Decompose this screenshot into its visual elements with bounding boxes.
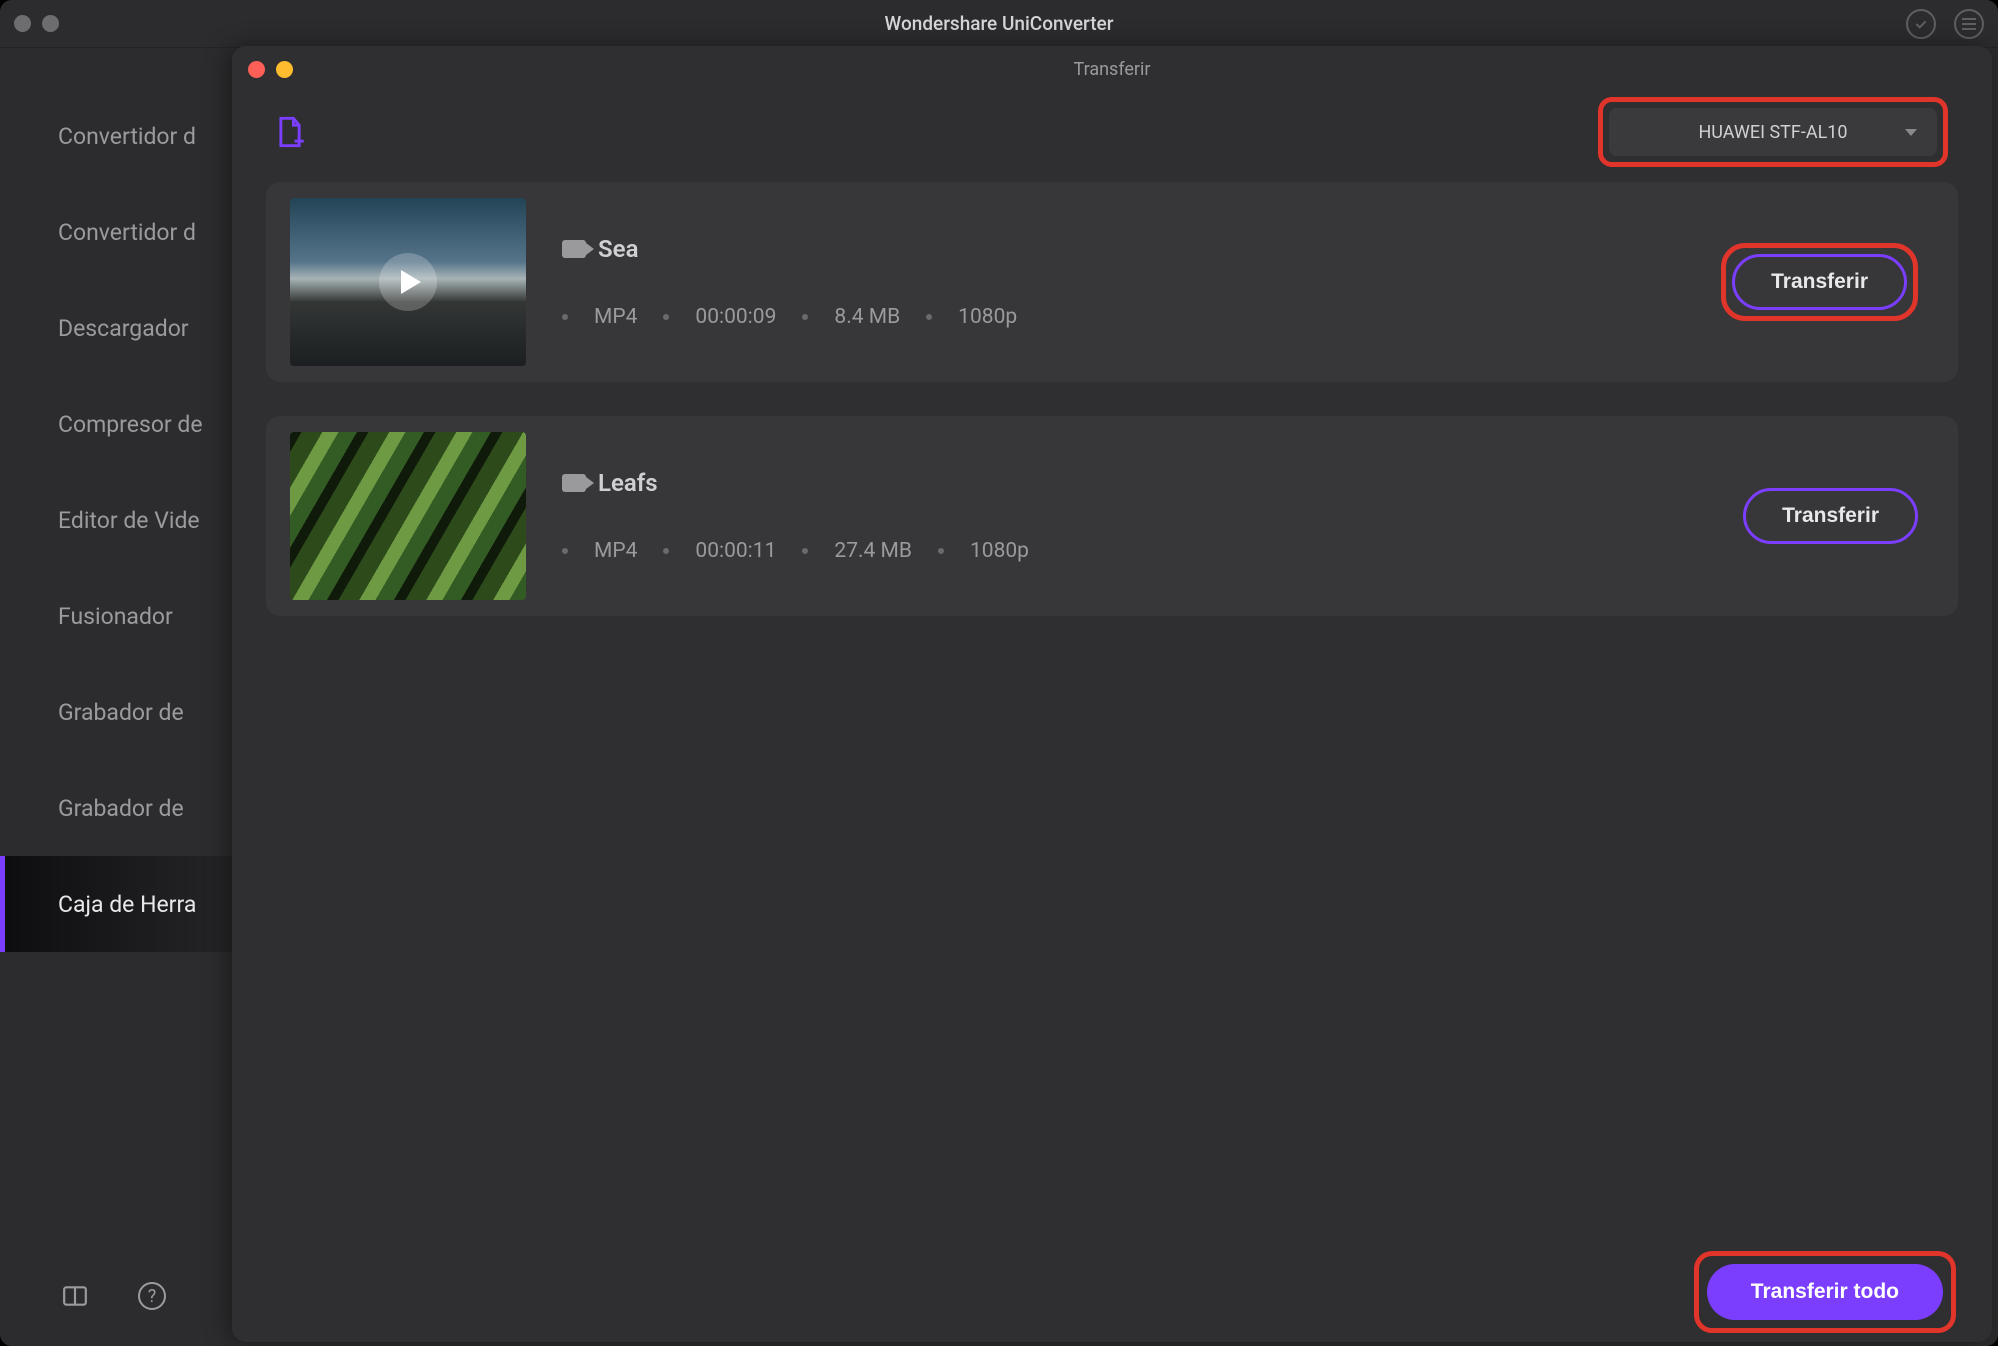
items-list: Sea MP4 00:00:09 8.4 MB 1080p Transferi (232, 172, 1992, 616)
main-titlebar: Wondershare UniConverter (0, 0, 1998, 48)
file-duration: 00:00:11 (695, 539, 776, 563)
highlight-device-dropdown: HUAWEI STF-AL10 (1598, 97, 1948, 167)
separator-dot (938, 548, 944, 554)
thumbnail[interactable] (290, 198, 526, 366)
sidebar-item-label: Convertidor d (58, 219, 196, 246)
window-close-icon[interactable] (14, 15, 31, 32)
separator-dot (802, 548, 808, 554)
chevron-down-icon (1905, 129, 1917, 136)
separator-dot (562, 548, 568, 554)
modal-window-controls[interactable] (248, 61, 293, 78)
file-format: MP4 (594, 305, 637, 329)
sidebar-item-label: Editor de Vide (58, 507, 200, 534)
menu-icon[interactable] (1954, 9, 1984, 39)
sidebar-item-label: Grabador de (58, 795, 184, 822)
window-controls[interactable] (14, 15, 59, 32)
separator-dot (663, 314, 669, 320)
modal-close-icon[interactable] (248, 61, 265, 78)
file-resolution: 1080p (970, 539, 1029, 563)
separator-dot (663, 548, 669, 554)
device-dropdown-label: HUAWEI STF-AL10 (1698, 122, 1847, 143)
video-icon (562, 474, 586, 492)
main-window: Wondershare UniConverter Convertidor d C… (0, 0, 1998, 1346)
transfer-button[interactable]: Transferir (1732, 254, 1907, 310)
transfer-button[interactable]: Transferir (1743, 488, 1918, 544)
transfer-button-wrap: Transferir (1743, 488, 1918, 544)
library-icon[interactable] (60, 1283, 90, 1309)
sidebar-item-label: Convertidor d (58, 123, 196, 150)
sidebar-item-label: Caja de Herra (58, 891, 196, 918)
app-title: Wondershare UniConverter (0, 12, 1998, 35)
sidebar-item-label: Grabador de (58, 699, 184, 726)
sidebar-item-label: Descargador (58, 315, 189, 342)
modal-minimize-icon[interactable] (276, 61, 293, 78)
file-duration: 00:00:09 (695, 305, 776, 329)
highlight-transfer-all: Transferir todo (1694, 1251, 1956, 1333)
sidebar-item-label: Fusionador (58, 603, 173, 630)
account-icon[interactable] (1906, 9, 1936, 39)
add-file-button[interactable] (276, 116, 304, 148)
play-icon[interactable] (379, 253, 437, 311)
separator-dot (926, 314, 932, 320)
titlebar-right (1906, 0, 1984, 48)
file-info: Sea MP4 00:00:09 8.4 MB 1080p (562, 235, 1685, 329)
window-minimize-icon[interactable] (42, 15, 59, 32)
file-title: Leafs (598, 469, 658, 497)
help-icon[interactable]: ? (138, 1282, 166, 1310)
thumbnail[interactable] (290, 432, 526, 600)
device-dropdown[interactable]: HUAWEI STF-AL10 (1609, 108, 1937, 156)
file-row: Sea MP4 00:00:09 8.4 MB 1080p Transferi (266, 182, 1958, 382)
video-icon (562, 240, 586, 258)
modal-title: Transferir (232, 59, 1992, 80)
transfer-window: Transferir HUAWEI STF-AL10 (232, 46, 1992, 1342)
transfer-all-button[interactable]: Transferir todo (1707, 1264, 1943, 1320)
sidebar-item-label: Compresor de (58, 411, 203, 438)
file-format: MP4 (594, 539, 637, 563)
file-title: Sea (598, 235, 638, 263)
file-info: Leafs MP4 00:00:11 27.4 MB 1080p (562, 469, 1707, 563)
file-meta: MP4 00:00:09 8.4 MB 1080p (562, 305, 1685, 329)
file-size: 27.4 MB (834, 539, 912, 563)
separator-dot (562, 314, 568, 320)
file-resolution: 1080p (958, 305, 1017, 329)
file-meta: MP4 00:00:11 27.4 MB 1080p (562, 539, 1707, 563)
modal-titlebar: Transferir (232, 46, 1992, 92)
file-size: 8.4 MB (834, 305, 900, 329)
modal-footer: Transferir todo (232, 1242, 1992, 1342)
file-row: Leafs MP4 00:00:11 27.4 MB 1080p Transf (266, 416, 1958, 616)
highlight-transfer-button: Transferir (1721, 243, 1918, 321)
modal-toolbar: HUAWEI STF-AL10 (232, 92, 1992, 172)
separator-dot (802, 314, 808, 320)
